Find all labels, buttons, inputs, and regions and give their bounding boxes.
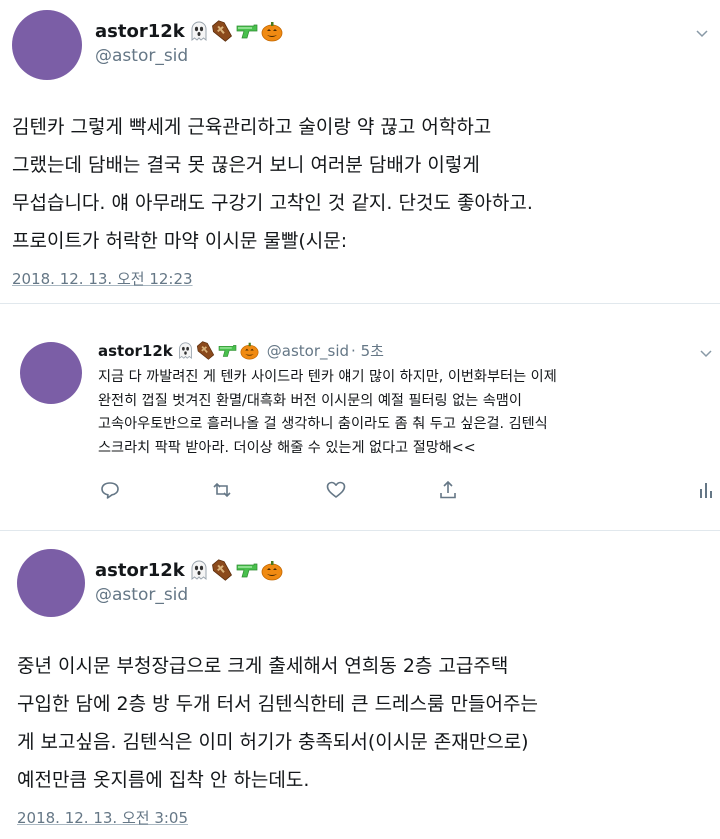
pumpkin-emoji-icon <box>261 22 283 42</box>
coffin-emoji-icon <box>211 20 232 42</box>
share-icon[interactable] <box>438 480 458 500</box>
author-row: astor12k <box>95 20 285 42</box>
tweet-body: 지금 다 까발려진 게 텐카 사이드라 텐카 얘기 많이 하지만, 이번화부터는… <box>98 369 557 456</box>
retweet-icon[interactable] <box>212 480 232 500</box>
avatar[interactable] <box>20 342 82 404</box>
handle[interactable]: @astor_sid <box>267 342 349 360</box>
water-gun-emoji-icon <box>218 345 237 357</box>
ghost-emoji-icon <box>191 21 207 42</box>
tweet-body: 중년 이시문 부청장급으로 크게 출세해서 연희동 2층 고급주택 구입한 담에… <box>17 655 538 791</box>
pumpkin-emoji-icon <box>261 561 283 581</box>
avatar[interactable] <box>12 10 82 80</box>
tweet-body: 김텐카 그렇게 빡세게 근육관리하고 술이랑 약 끊고 어학하고 그랬는데 담배… <box>12 116 533 252</box>
author-row: astor12k <box>98 340 384 361</box>
timestamp[interactable]: 2018. 12. 13. 오전 12:23 <box>12 268 193 289</box>
like-icon[interactable] <box>326 480 346 500</box>
display-name[interactable]: astor12k <box>98 342 173 360</box>
handle[interactable]: @astor_sid <box>95 585 188 605</box>
handle[interactable]: @astor_sid <box>95 46 188 66</box>
ghost-emoji-icon <box>178 342 192 360</box>
reply-tweet[interactable]: astor12k @astor_sid · 5초 지금 다 까발려진 게 텐카 … <box>0 304 720 529</box>
name-emojis <box>189 20 285 42</box>
coffin-emoji-icon <box>196 341 214 360</box>
analytics-icon[interactable] <box>696 480 716 500</box>
tweet-1: astor12k @astor_sid 김텐카 그렇게 빡세게 근육관리하고 술… <box>0 0 720 300</box>
reply-icon[interactable] <box>100 480 120 500</box>
author-row: astor12k <box>95 559 285 581</box>
timestamp[interactable]: 2018. 12. 13. 오전 3:05 <box>17 807 188 828</box>
water-gun-emoji-icon <box>236 24 258 39</box>
chevron-down-icon[interactable] <box>696 28 708 40</box>
ghost-emoji-icon <box>191 560 207 581</box>
tweet-age[interactable]: · 5초 <box>351 340 384 361</box>
display-name[interactable]: astor12k <box>95 560 185 581</box>
chevron-down-icon[interactable] <box>700 348 712 360</box>
pumpkin-emoji-icon <box>240 342 259 360</box>
name-emojis <box>177 341 261 360</box>
avatar[interactable] <box>17 549 85 617</box>
coffin-emoji-icon <box>211 559 232 581</box>
display-name[interactable]: astor12k <box>95 21 185 42</box>
name-emojis <box>189 559 285 581</box>
tweet-2: astor12k @astor_sid 중년 이시문 부청장급으로 크게 출세해… <box>0 531 720 839</box>
water-gun-emoji-icon <box>236 563 258 578</box>
